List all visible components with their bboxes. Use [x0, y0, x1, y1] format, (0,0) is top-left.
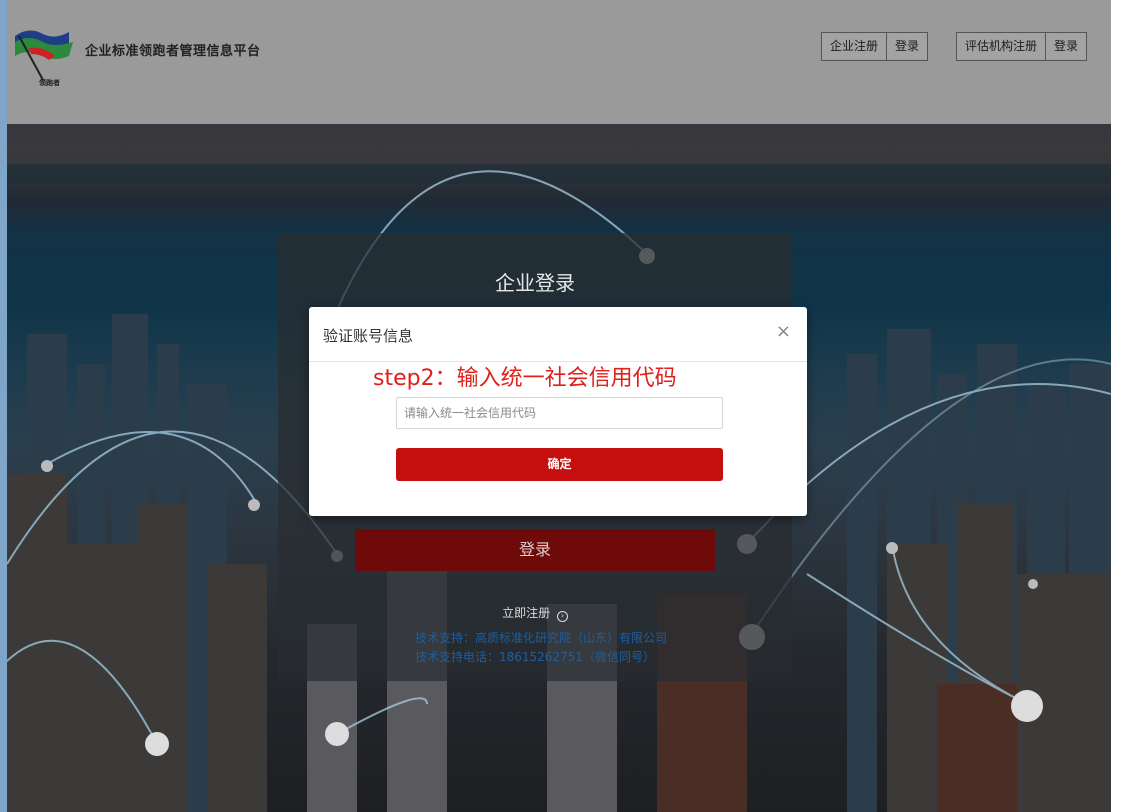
- arrow-circle-right-icon: ›: [556, 611, 568, 622]
- agency-nav-group: 评估机构注册 登录: [956, 32, 1088, 61]
- support-info: 技术支持：高质标准化研究院（山东）有限公司 技术支持电话：18615262751…: [415, 629, 667, 667]
- login-panel-title: 企业登录: [495, 271, 575, 295]
- enterprise-login-link[interactable]: 登录: [887, 33, 927, 60]
- page: 领跑者 企业标准领跑者管理信息平台 企业注册 登录 评估机构注册 登录 企业登录…: [7, 0, 1111, 812]
- login-button[interactable]: 登录: [355, 529, 715, 571]
- register-now-link[interactable]: 立即注册 ›: [278, 604, 792, 622]
- verify-account-modal: 验证账号信息 × step2：输入统一社会信用代码 确定: [309, 307, 807, 516]
- step-annotation: step2：输入统一社会信用代码: [373, 366, 677, 391]
- enterprise-register-link[interactable]: 企业注册: [822, 33, 888, 60]
- window-right-edge: [1111, 0, 1128, 812]
- close-icon[interactable]: ×: [776, 323, 791, 341]
- agency-login-link[interactable]: 登录: [1046, 33, 1086, 60]
- agency-register-link[interactable]: 评估机构注册: [957, 33, 1047, 60]
- modal-title: 验证账号信息: [323, 327, 414, 345]
- logo-caption: 领跑者: [39, 79, 60, 87]
- confirm-button[interactable]: 确定: [396, 448, 723, 481]
- window-left-edge: [0, 0, 7, 812]
- enterprise-nav-group: 企业注册 登录: [821, 32, 929, 61]
- support-phone: 技术支持电话：18615262751（微信同号）: [415, 650, 655, 664]
- site-logo[interactable]: 领跑者: [9, 26, 81, 88]
- site-title: 企业标准领跑者管理信息平台: [85, 44, 261, 59]
- site-header: 领跑者 企业标准领跑者管理信息平台 企业注册 登录 评估机构注册 登录: [7, 0, 1111, 124]
- credit-code-input[interactable]: [396, 397, 723, 429]
- register-now-label: 立即注册: [502, 606, 551, 620]
- support-company: 技术支持：高质标准化研究院（山东）有限公司: [415, 631, 668, 645]
